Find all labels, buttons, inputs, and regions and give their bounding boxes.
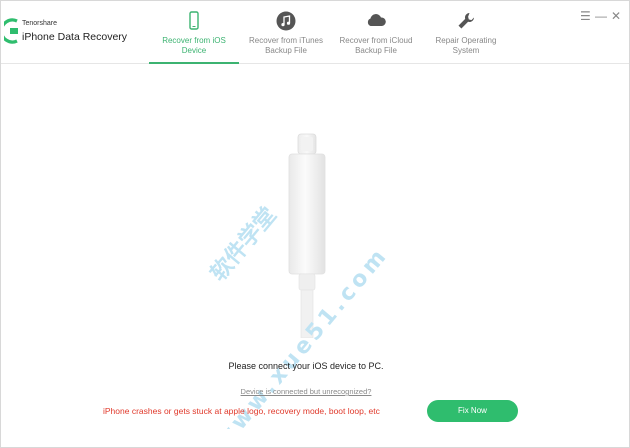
tab-recover-from-itunes-backup[interactable]: Recover from iTunes Backup File	[241, 1, 331, 63]
tab-label: Recover from iCloud Backup File	[339, 36, 413, 55]
svg-text:软件学堂: 软件学堂	[205, 202, 281, 286]
main-content: 软件学堂 www.xue51.com Please connect your i…	[1, 64, 629, 447]
product-name: iPhone Data Recovery	[22, 31, 128, 43]
tab-recover-from-ios-device[interactable]: Recover from iOS Device	[149, 1, 239, 64]
header-bar: Tenorshare iPhone Data Recovery Recover …	[1, 1, 629, 64]
close-icon[interactable]: ✕	[611, 9, 621, 23]
fix-now-button[interactable]: Fix Now	[427, 400, 518, 422]
tab-recover-from-icloud-backup[interactable]: Recover from iCloud Backup File	[331, 1, 421, 63]
tab-label: Recover from iOS Device	[162, 36, 226, 55]
menu-icon[interactable]: ☰	[580, 9, 591, 23]
company-name: Tenorshare	[22, 20, 58, 27]
device-unrecognized-link[interactable]: Device is connected but unrecognized?	[1, 387, 611, 396]
lightning-cable-illustration	[288, 133, 326, 338]
app-window: Tenorshare iPhone Data Recovery Recover …	[0, 0, 630, 448]
crash-issue-message: iPhone crashes or gets stuck at apple lo…	[103, 406, 380, 416]
iphone-icon	[189, 11, 199, 30]
tab-repair-operating-system[interactable]: Repair Operating System	[421, 1, 511, 63]
wrench-icon	[458, 12, 475, 29]
connect-device-message: Please connect your iOS device to PC.	[228, 361, 384, 371]
tenorshare-logo-icon	[4, 18, 18, 44]
tab-label: Recover from iTunes Backup File	[249, 36, 323, 55]
music-note-icon	[276, 11, 296, 31]
tab-label: Repair Operating System	[435, 36, 497, 55]
cloud-icon	[367, 14, 386, 26]
minimize-icon[interactable]: —	[595, 9, 607, 23]
